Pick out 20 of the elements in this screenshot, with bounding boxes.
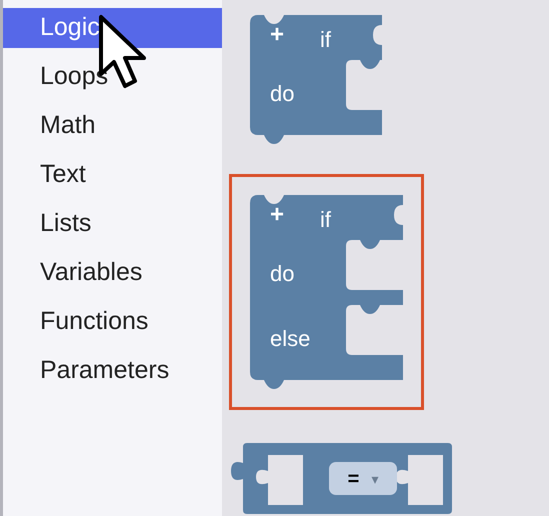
block-label: do bbox=[270, 83, 294, 105]
plus-sign[interactable]: + bbox=[270, 203, 284, 227]
operator-text: = bbox=[348, 468, 360, 488]
if-block[interactable] bbox=[250, 15, 382, 144]
block-label: if bbox=[320, 209, 331, 231]
dropdown-arrow: ▾ bbox=[371, 472, 378, 486]
category-item[interactable]: Parameters bbox=[3, 351, 222, 391]
category-item[interactable]: Variables bbox=[3, 253, 222, 293]
plus-sign[interactable]: + bbox=[270, 23, 284, 47]
operator-dropdown[interactable]: = ▾ bbox=[329, 462, 397, 495]
category-item[interactable]: Loops bbox=[3, 57, 222, 97]
category-item[interactable]: Math bbox=[3, 106, 222, 146]
category-item[interactable]: Functions bbox=[3, 302, 222, 342]
category-item[interactable]: Logic bbox=[3, 8, 222, 48]
block-label: if bbox=[320, 29, 331, 51]
category-item[interactable]: Text bbox=[3, 155, 222, 195]
category-item[interactable]: Lists bbox=[3, 204, 222, 244]
block-label: else bbox=[270, 328, 310, 350]
block-label: do bbox=[270, 263, 294, 285]
if-else-block[interactable] bbox=[250, 195, 403, 389]
